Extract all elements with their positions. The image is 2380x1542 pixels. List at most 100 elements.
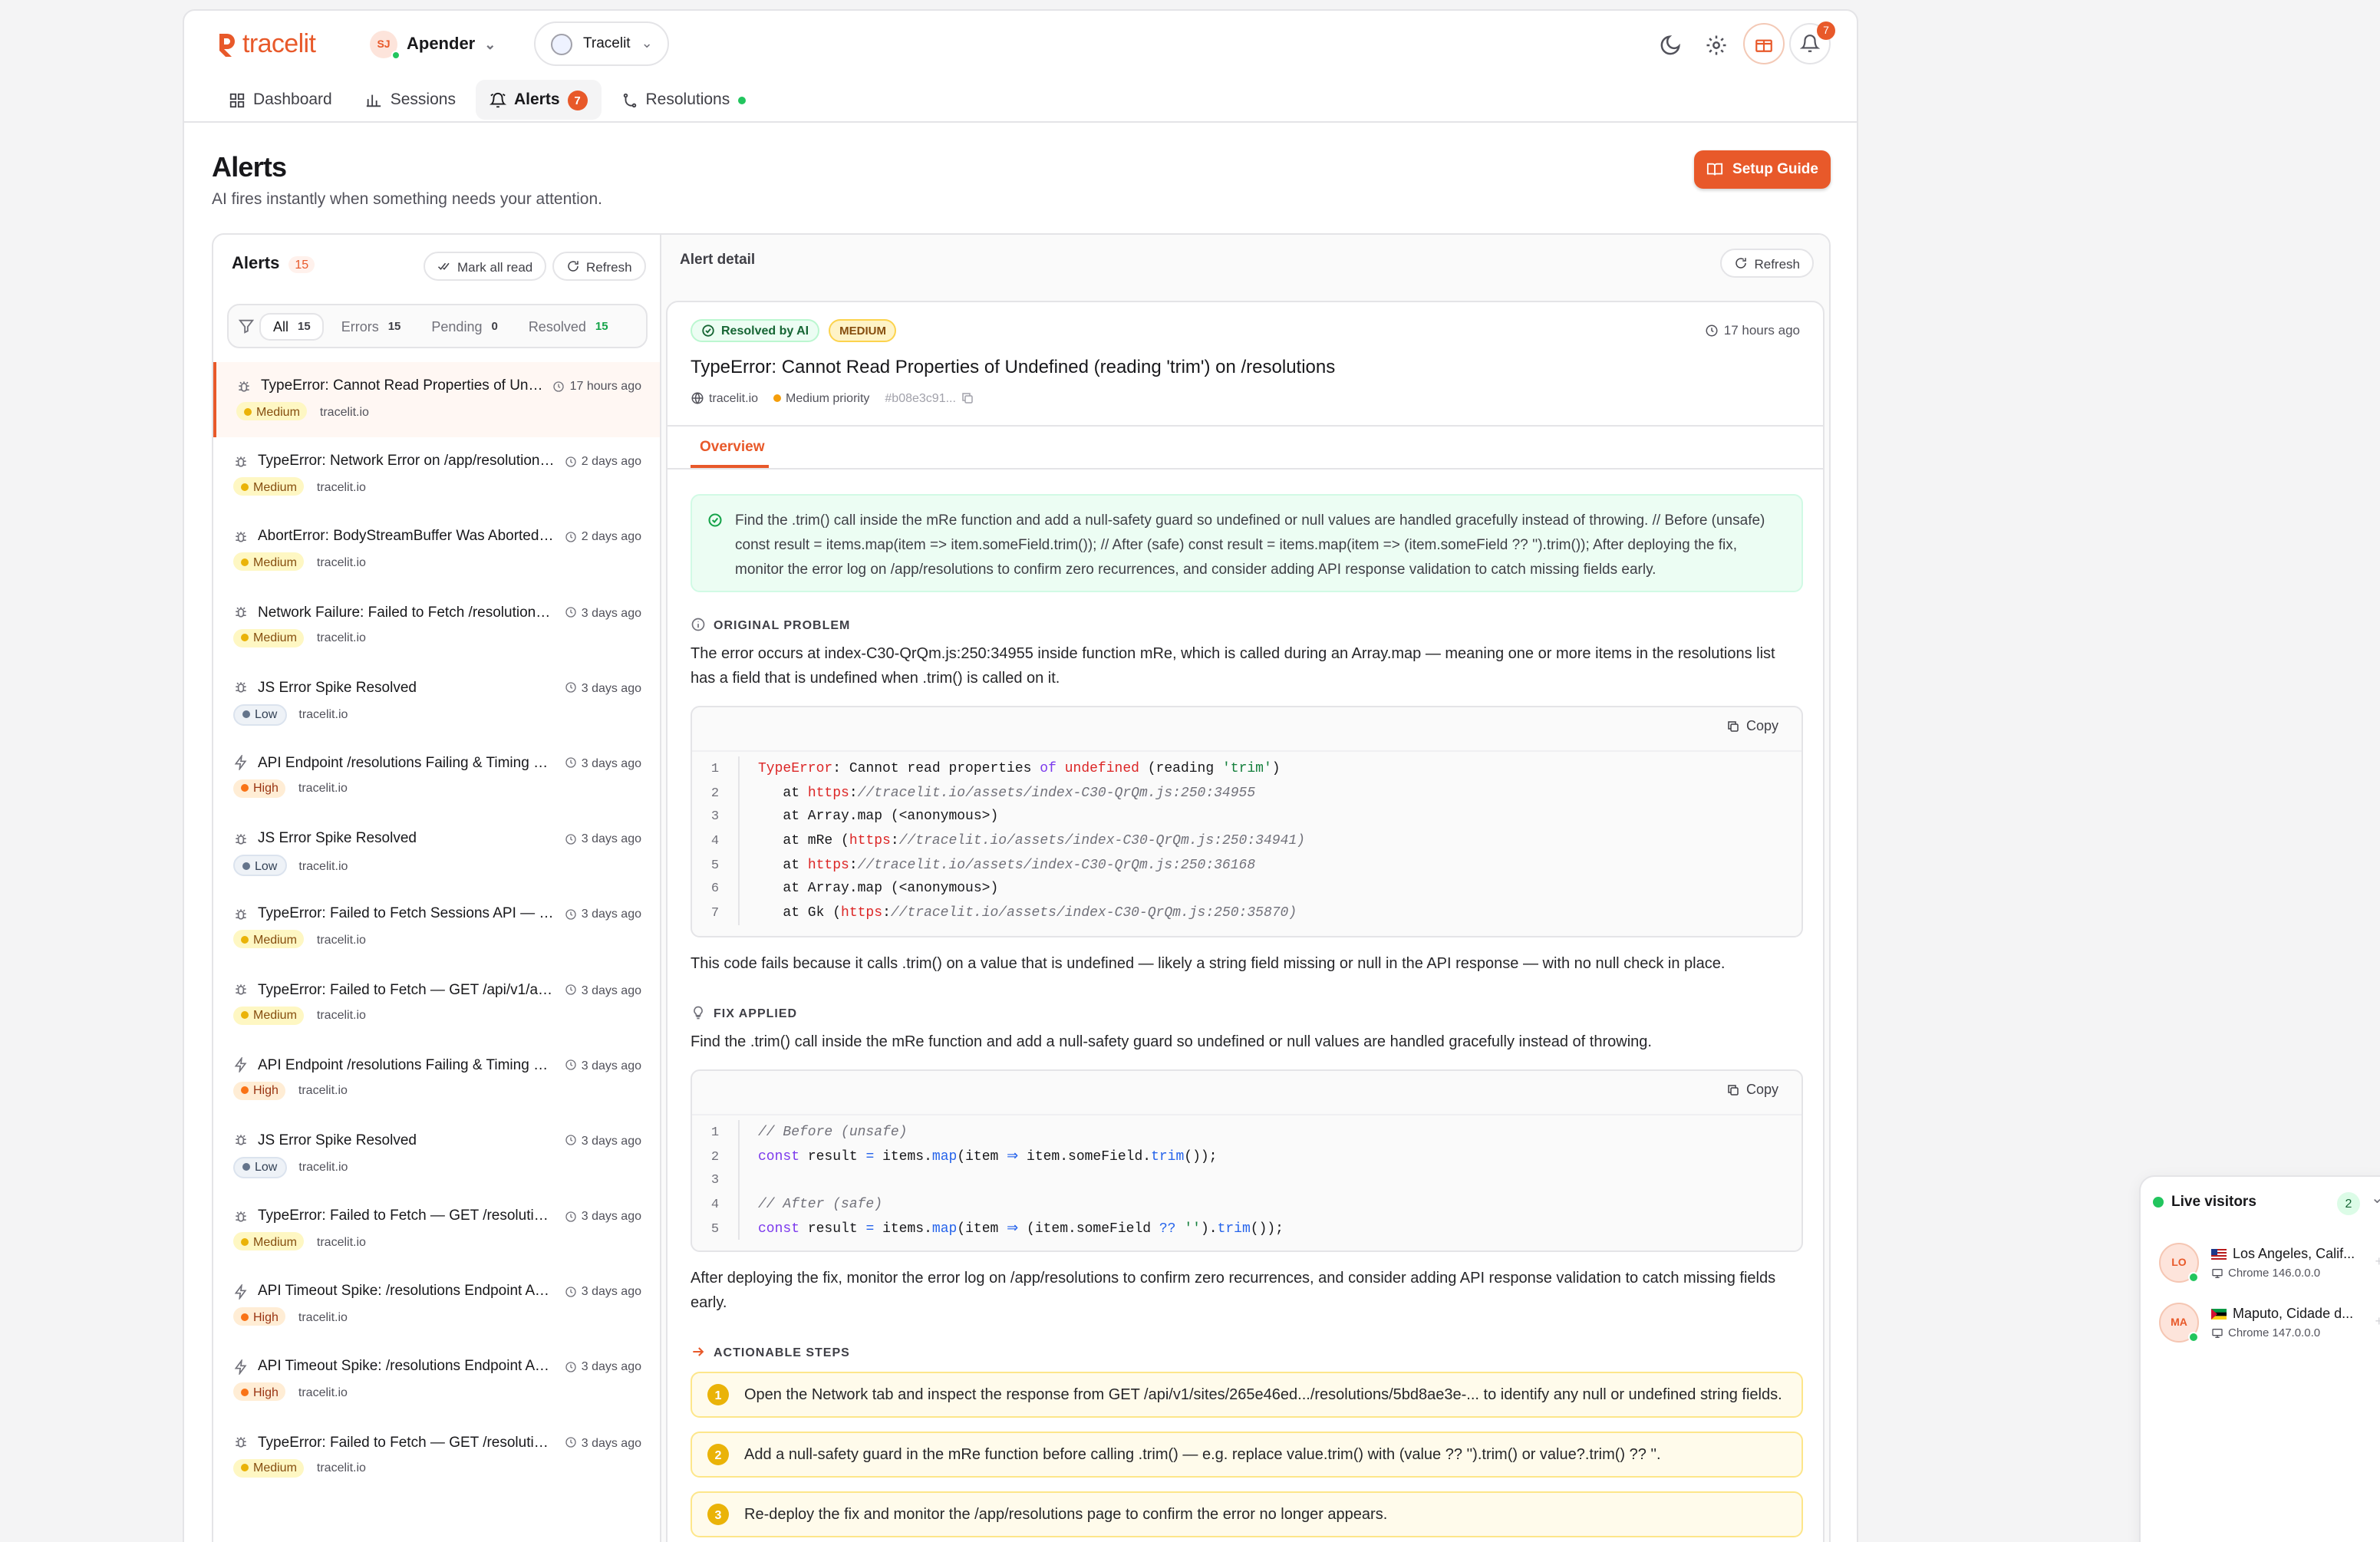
site-selector[interactable]: Tracelit ⌄	[534, 21, 670, 66]
tab-sessions[interactable]: Sessions	[352, 80, 470, 120]
gift-button[interactable]	[1743, 23, 1785, 64]
alert-list-item[interactable]: JS Error Spike Resolved 3 days ago Low trac…	[213, 664, 660, 740]
visitor-browser-text: Chrome 147.0.0.0	[2228, 1326, 2321, 1339]
meta-priority: Medium priority	[773, 391, 869, 405]
alert-time: 2 days ago	[565, 454, 641, 468]
clock-icon	[565, 1135, 577, 1147]
code-text: at https://tracelit.io/assets/index-C30-…	[758, 785, 1256, 801]
bolt-icon	[233, 1057, 249, 1073]
tab-alerts[interactable]: Alerts 7	[475, 80, 602, 120]
alert-list-item[interactable]: TypeError: Failed to Fetch Sessions API …	[213, 891, 660, 966]
bug-icon	[233, 831, 249, 846]
copy-icon	[1728, 720, 1739, 731]
action-step: 3 Re-deploy the fix and monitor the /app/…	[691, 1491, 1803, 1537]
refresh-detail-button[interactable]: Refresh	[1720, 249, 1814, 278]
code-text: // Before (unsafe)	[758, 1124, 908, 1140]
alert-list-item[interactable]: TypeError: Failed to Fetch — GET /resolu…	[213, 1192, 660, 1267]
tab-overview[interactable]: Overview	[700, 439, 765, 456]
status-badges: Resolved by AI MEDIUM	[691, 319, 897, 342]
alert-title: TypeError: Cannot Read Properties of Und…	[261, 377, 544, 394]
alert-list-item[interactable]: TypeError: Failed to Fetch — GET /resolu…	[213, 1418, 660, 1494]
expand-icon[interactable]: +	[2375, 1313, 2380, 1329]
alert-row-meta: Medium tracelit.io	[236, 402, 641, 420]
alert-time-text: 3 days ago	[581, 680, 641, 695]
line-number: 4	[710, 1196, 720, 1212]
severity-badge: MEDIUM	[829, 319, 897, 342]
mark-all-read-button[interactable]: Mark all read	[424, 252, 547, 281]
alert-time: 2 days ago	[565, 530, 641, 544]
alert-time: 3 days ago	[565, 1285, 641, 1299]
alert-site: tracelit.io	[298, 1083, 348, 1098]
refresh-list-button[interactable]: Refresh	[552, 252, 646, 281]
alert-row-top: TypeError: Cannot Read Properties of Und…	[236, 377, 641, 394]
bolt-icon	[233, 1359, 249, 1375]
alert-list-item[interactable]: JS Error Spike Resolved 3 days ago Low trac…	[213, 1117, 660, 1192]
tab-resolutions[interactable]: Resolutions	[608, 80, 760, 120]
alerts-list-header: Alerts 15	[232, 255, 315, 273]
alert-row-top: TypeError: Failed to Fetch — GET /api/v1…	[233, 981, 641, 998]
alert-list-item[interactable]: Network Failure: Failed to Fetch /resolu…	[213, 588, 660, 664]
line-number: 5	[710, 1221, 720, 1237]
workspace-switcher[interactable]: SJ Apender ⌄	[364, 25, 502, 64]
clock-icon	[565, 832, 577, 845]
stack-trace-code: 1 TypeError: Cannot read properties of un…	[692, 756, 1305, 925]
line-sep	[738, 829, 740, 853]
severity-badge: Low	[233, 1156, 287, 1178]
gear-icon[interactable]	[1700, 29, 1731, 60]
alert-list-item[interactable]: API Timeout Spike: /resolutions Endpoint…	[213, 1343, 660, 1418]
alert-list-item[interactable]: TypeError: Failed to Fetch — GET /api/v1…	[213, 966, 660, 1041]
filter-all[interactable]: All 15	[261, 314, 323, 338]
alert-site: tracelit.io	[298, 1385, 348, 1399]
severity-badge: Medium	[233, 1232, 305, 1251]
visitor-location-text: Los Angeles, Calif...	[2233, 1246, 2355, 1261]
alert-list-item[interactable]: API Timeout Spike: /resolutions Endpoint…	[213, 1268, 660, 1343]
detail-timestamp: 17 hours ago	[1706, 322, 1800, 338]
monitor-icon	[2212, 1328, 2223, 1337]
line-sep	[738, 756, 740, 781]
code-text: at Array.map (<anonymous>)	[758, 809, 999, 825]
alert-list-item[interactable]: API Endpoint /resolutions Failing & Timi…	[213, 1041, 660, 1116]
severity-dot	[241, 558, 249, 566]
copy-button[interactable]: Copy	[1726, 1082, 1778, 1097]
code-text: const result = items.map(item ⇒ item.som…	[758, 1148, 1218, 1165]
severity-badge: Medium	[233, 552, 305, 572]
avatar-initials: SJ	[377, 39, 391, 50]
alert-list-item[interactable]: JS Error Spike Resolved 3 days ago Low trac…	[213, 815, 660, 890]
code-text: // After (safe)	[758, 1196, 883, 1212]
stack-trace-block: Copy 1 TypeError: Cannot read properties …	[691, 706, 1803, 937]
filter-resolved[interactable]: Resolved 15	[516, 314, 621, 338]
copy-button[interactable]: Copy	[1726, 718, 1778, 733]
line-sep	[738, 780, 740, 805]
line-number: 7	[710, 904, 720, 921]
visitor-row[interactable]: MA Maputo, Cidade d... Chrome 147.0.0.0 …	[2159, 1297, 2380, 1349]
original-problem-text: The error occurs at index-C30-QrQm.js:25…	[691, 646, 1775, 687]
logo[interactable]: tracelit	[215, 29, 316, 60]
severity-dot	[241, 1086, 249, 1095]
tab-label: Dashboard	[253, 91, 332, 109]
online-dot	[391, 51, 401, 60]
filter-errors[interactable]: Errors 15	[329, 314, 414, 338]
severity-dot	[241, 634, 249, 642]
expand-icon[interactable]: +	[2375, 1254, 2380, 1269]
alert-list-item[interactable]: TypeError: Cannot Read Properties of Und…	[213, 362, 660, 438]
alert-list-item[interactable]: AbortError: BodyStreamBuffer Was Aborted…	[213, 513, 660, 588]
visitor-row[interactable]: LO Los Angeles, Calif... Chrome 146.0.0.…	[2159, 1237, 2380, 1289]
notifications-button[interactable]: 7	[1789, 21, 1835, 64]
tab-dashboard[interactable]: Dashboard	[215, 80, 346, 120]
severity-label: Low	[255, 858, 278, 873]
alert-title: JS Error Spike Resolved	[258, 679, 417, 697]
workspace-name: Apender	[407, 35, 476, 54]
setup-guide-button[interactable]: Setup Guide	[1694, 150, 1831, 189]
alert-list-item[interactable]: API Endpoint /resolutions Failing & Timi…	[213, 740, 660, 815]
chevron-down-icon[interactable]: ⌄	[2371, 1191, 2380, 1208]
alert-site: tracelit.io	[316, 1008, 366, 1022]
meta-hash[interactable]: #b08e3c91...	[885, 391, 974, 405]
alert-list-item[interactable]: TypeError: Network Error on /app/resolut…	[213, 437, 660, 512]
code-line: 4 // After (safe)	[692, 1192, 1284, 1217]
severity-label: High	[253, 1310, 279, 1324]
filter-pending[interactable]: Pending 0	[419, 314, 509, 338]
code-line: 2 at https://tracelit.io/assets/index-C3…	[692, 780, 1305, 805]
alert-time-text: 17 hours ago	[569, 379, 641, 393]
bug-icon	[233, 982, 249, 997]
moon-icon[interactable]	[1654, 29, 1685, 60]
